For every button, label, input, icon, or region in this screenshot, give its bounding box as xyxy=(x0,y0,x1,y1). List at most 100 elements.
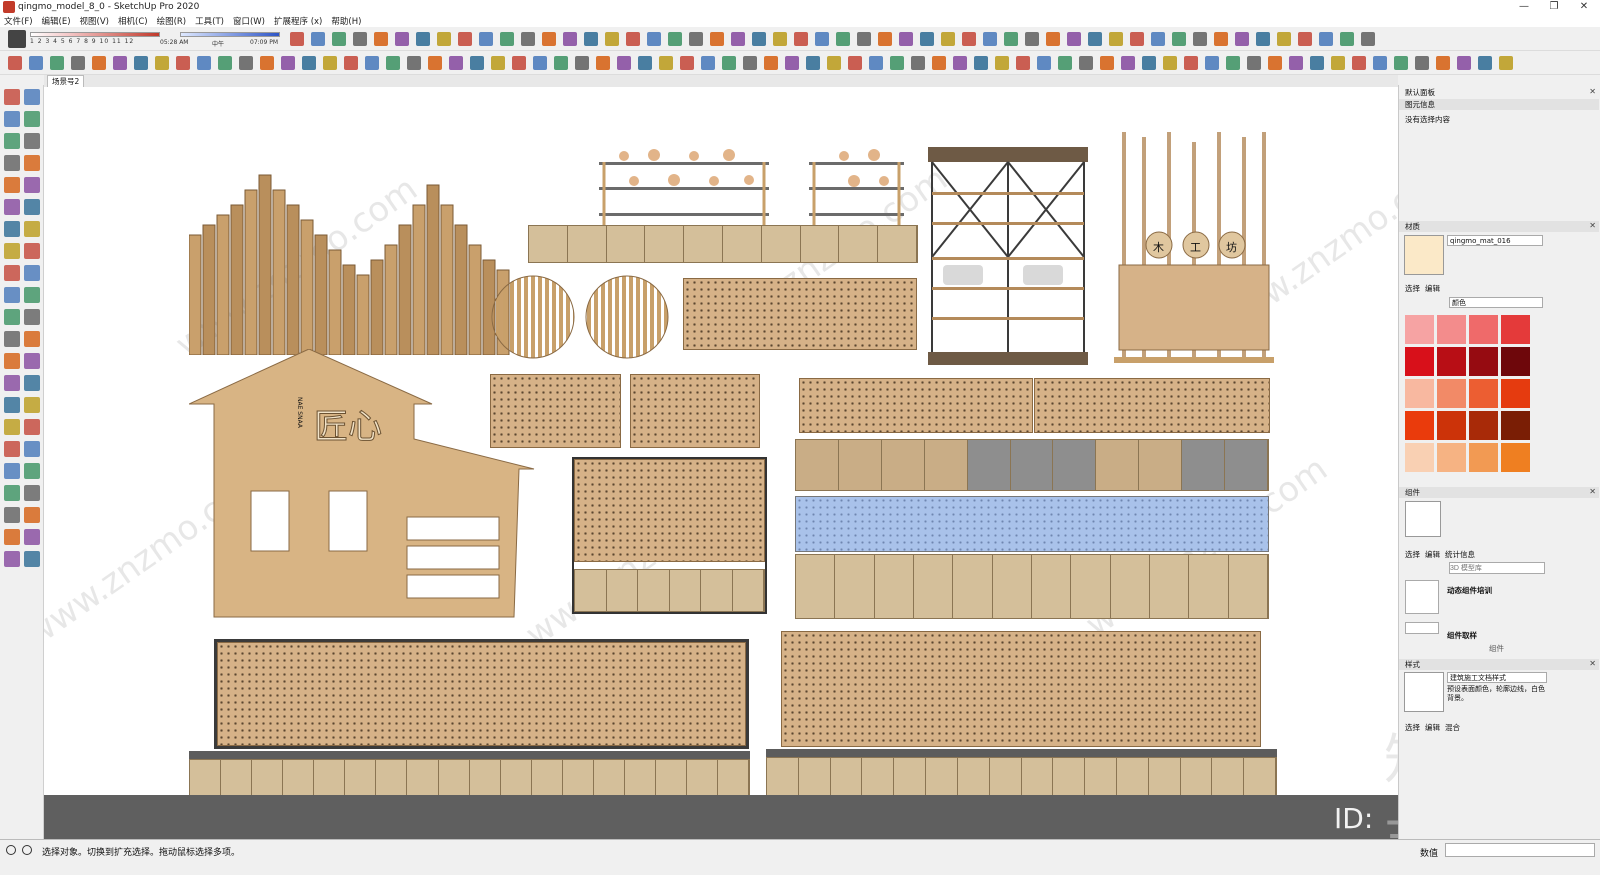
toolbar-tool-icon[interactable] xyxy=(701,56,715,70)
toolbar-tool-icon[interactable] xyxy=(1151,32,1165,46)
toolbar-tool-icon[interactable] xyxy=(395,32,409,46)
toolbar-tool-icon[interactable] xyxy=(533,56,547,70)
toolbar-tool-icon[interactable] xyxy=(1247,56,1261,70)
draw-tool-icon[interactable] xyxy=(24,243,40,259)
toolbar-tool-icon[interactable] xyxy=(1016,56,1030,70)
toolbar-tool-icon[interactable] xyxy=(1193,32,1207,46)
minimize-button[interactable]: — xyxy=(1510,0,1538,14)
draw-tool-icon[interactable] xyxy=(4,331,20,347)
draw-tool-icon[interactable] xyxy=(24,177,40,193)
toolbar-tool-icon[interactable] xyxy=(197,56,211,70)
toolbar-tool-icon[interactable] xyxy=(134,56,148,70)
material-name-field[interactable]: qingmo_mat_016 xyxy=(1447,235,1543,246)
material-swatch[interactable] xyxy=(1405,379,1434,408)
components-tab-stats[interactable]: 统计信息 xyxy=(1445,549,1475,560)
toolbar-tool-icon[interactable] xyxy=(353,32,367,46)
toolbar-tool-icon[interactable] xyxy=(596,56,610,70)
draw-tool-icon[interactable] xyxy=(24,309,40,325)
material-swatch[interactable] xyxy=(1405,411,1434,440)
toolbar-tool-icon[interactable] xyxy=(1109,32,1123,46)
draw-tool-icon[interactable] xyxy=(24,441,40,457)
draw-tool-icon[interactable] xyxy=(4,529,20,545)
toolbar-tool-icon[interactable] xyxy=(1457,56,1471,70)
draw-tool-icon[interactable] xyxy=(24,551,40,567)
toolbar-tool-icon[interactable] xyxy=(1121,56,1135,70)
styles-header[interactable]: 样式 xyxy=(1399,659,1599,670)
toolbar-tool-icon[interactable] xyxy=(1079,56,1093,70)
toolbar-tool-icon[interactable] xyxy=(1226,56,1240,70)
toolbar-tool-icon[interactable] xyxy=(1268,56,1282,70)
toolbar-tool-icon[interactable] xyxy=(584,32,598,46)
toolbar-tool-icon[interactable] xyxy=(1499,56,1513,70)
model-viewport[interactable]: www.znzmo.com www.znzmo.com www.znzmo.co… xyxy=(44,87,1398,839)
toolbar-tool-icon[interactable] xyxy=(332,32,346,46)
toolbar-tool-icon[interactable] xyxy=(689,32,703,46)
materials-tab-select[interactable]: 选择 xyxy=(1405,283,1420,294)
toolbar-tool-icon[interactable] xyxy=(71,56,85,70)
toolbar-tool-icon[interactable] xyxy=(470,56,484,70)
toolbar-tool-icon[interactable] xyxy=(500,32,514,46)
select-tool-icon[interactable] xyxy=(8,30,26,48)
toolbar-tool-icon[interactable] xyxy=(113,56,127,70)
toolbar-tool-icon[interactable] xyxy=(617,56,631,70)
entity-info-header[interactable]: 图元信息 xyxy=(1399,99,1599,110)
toolbar-tool-icon[interactable] xyxy=(794,32,808,46)
components-header[interactable]: 组件 xyxy=(1399,487,1599,498)
toolbar-tool-icon[interactable] xyxy=(962,32,976,46)
toolbar-tool-icon[interactable] xyxy=(554,56,568,70)
tray-close-icon[interactable]: ✕ xyxy=(1589,87,1596,96)
materials-close-icon[interactable]: ✕ xyxy=(1589,221,1596,230)
toolbar-tool-icon[interactable] xyxy=(1046,32,1060,46)
draw-tool-icon[interactable] xyxy=(24,199,40,215)
toolbar-tool-icon[interactable] xyxy=(1277,32,1291,46)
toolbar-tool-icon[interactable] xyxy=(29,56,43,70)
menu-camera[interactable]: 相机(C) xyxy=(118,15,148,27)
toolbar-tool-icon[interactable] xyxy=(785,56,799,70)
toolbar-tool-icon[interactable] xyxy=(437,32,451,46)
material-category-select[interactable]: 颜色 xyxy=(1449,297,1543,308)
material-swatch[interactable] xyxy=(1501,411,1530,440)
toolbar-tool-icon[interactable] xyxy=(323,56,337,70)
toolbar-tool-icon[interactable] xyxy=(995,56,1009,70)
draw-tool-icon[interactable] xyxy=(4,221,20,237)
toolbar-tool-icon[interactable] xyxy=(659,56,673,70)
menu-file[interactable]: 文件(F) xyxy=(4,15,33,27)
toolbar-tool-icon[interactable] xyxy=(260,56,274,70)
toolbar-tool-icon[interactable] xyxy=(953,56,967,70)
material-swatch[interactable] xyxy=(1437,379,1466,408)
toolbar-tool-icon[interactable] xyxy=(407,56,421,70)
draw-tool-icon[interactable] xyxy=(4,309,20,325)
toolbar-tool-icon[interactable] xyxy=(1214,32,1228,46)
menu-help[interactable]: 帮助(H) xyxy=(331,15,361,27)
draw-tool-icon[interactable] xyxy=(4,177,20,193)
materials-tab-edit[interactable]: 编辑 xyxy=(1425,283,1440,294)
styles-tab-edit[interactable]: 编辑 xyxy=(1425,722,1440,733)
draw-tool-icon[interactable] xyxy=(24,353,40,369)
styles-close-icon[interactable]: ✕ xyxy=(1589,659,1596,668)
toolbar-tool-icon[interactable] xyxy=(1088,32,1102,46)
toolbar-tool-icon[interactable] xyxy=(815,32,829,46)
toolbar-tool-icon[interactable] xyxy=(386,56,400,70)
draw-tool-icon[interactable] xyxy=(24,155,40,171)
toolbar-tool-icon[interactable] xyxy=(1415,56,1429,70)
toolbar-tool-icon[interactable] xyxy=(1436,56,1450,70)
info-icon[interactable] xyxy=(22,845,32,855)
toolbar-tool-icon[interactable] xyxy=(1067,32,1081,46)
toolbar-tool-icon[interactable] xyxy=(638,56,652,70)
styles-tab-mix[interactable]: 混合 xyxy=(1445,722,1460,733)
draw-tool-icon[interactable] xyxy=(4,265,20,281)
toolbar-tool-icon[interactable] xyxy=(848,56,862,70)
draw-tool-icon[interactable] xyxy=(4,441,20,457)
toolbar-tool-icon[interactable] xyxy=(365,56,379,70)
draw-tool-icon[interactable] xyxy=(4,111,20,127)
toolbar-tool-icon[interactable] xyxy=(680,56,694,70)
style-name-field[interactable]: 建筑施工文档样式 xyxy=(1447,672,1547,683)
toolbar-tool-icon[interactable] xyxy=(764,56,778,70)
toolbar-tool-icon[interactable] xyxy=(458,32,472,46)
toolbar-tool-icon[interactable] xyxy=(1058,56,1072,70)
toolbar-tool-icon[interactable] xyxy=(911,56,925,70)
toolbar-tool-icon[interactable] xyxy=(416,32,430,46)
component-search-input[interactable] xyxy=(1449,562,1545,574)
toolbar-tool-icon[interactable] xyxy=(1352,56,1366,70)
toolbar-tool-icon[interactable] xyxy=(449,56,463,70)
